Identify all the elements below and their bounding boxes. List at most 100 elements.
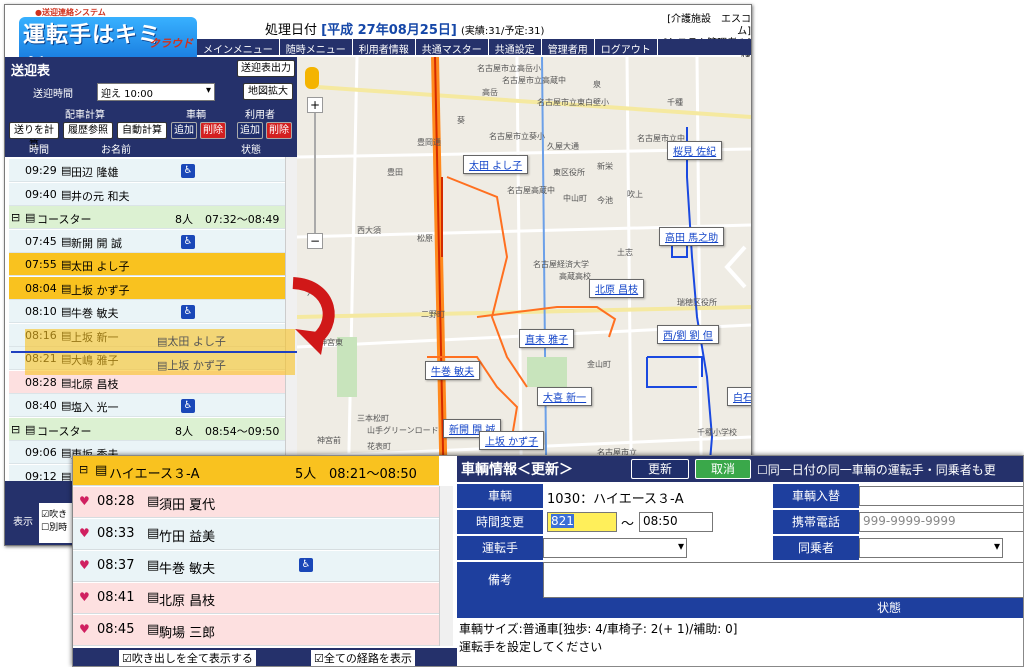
- zoom-out-button[interactable]: −: [307, 233, 323, 249]
- doc-icon: ▤: [61, 399, 72, 412]
- notes-field[interactable]: [543, 562, 1023, 598]
- map-zoom-button[interactable]: 地図拡大: [243, 83, 293, 100]
- driver-warning: 運転手を設定してください: [459, 640, 603, 654]
- output-button[interactable]: 送迎表出力: [237, 60, 295, 77]
- passenger-row[interactable]: 09:29 ▤ 田辺 隆雄 ♿: [9, 159, 285, 182]
- map-place-name: 名古屋市立高蔵中: [502, 76, 566, 85]
- row-time: 08:37: [97, 558, 135, 573]
- menu-logout[interactable]: ログアウト: [595, 39, 658, 56]
- map-label-uesaka[interactable]: 上坂 かず子: [479, 431, 545, 450]
- map-label-sakurami[interactable]: 桜見 佐紀: [667, 141, 723, 160]
- vehicle-group-row[interactable]: ⊟ ▤ コースター 8人 08:54〜09:50: [9, 417, 285, 441]
- show-bubbles-checkbox[interactable]: ☑吹き出しを全て表示する: [119, 650, 256, 666]
- group-count: 8人: [175, 424, 193, 438]
- delete-vehicle-button[interactable]: 削除: [200, 122, 226, 139]
- time-to-input[interactable]: 08:50: [639, 512, 713, 532]
- row-time: 08:40: [25, 399, 57, 412]
- time-from-value: 821: [551, 514, 574, 528]
- chevron-down-icon: ▾: [677, 539, 684, 553]
- detail-row[interactable]: ♥ 08:28 ▤ 須田 夏代: [73, 487, 439, 518]
- row-name: 上坂 かず子: [71, 283, 130, 297]
- map-label-naosue[interactable]: 直末 雅子: [519, 329, 575, 348]
- menu-user-info[interactable]: 利用者情報: [353, 39, 416, 56]
- passenger-row[interactable]: 09:40 ▤ 井の元 和夫: [9, 182, 285, 206]
- time-from-input[interactable]: 821: [547, 512, 617, 532]
- row-time: 08:04: [25, 281, 57, 295]
- map-label-shiraishi[interactable]: 白石: [727, 387, 751, 406]
- phone-label: 携帯電話: [773, 510, 859, 534]
- menu-admin[interactable]: 管理者用: [542, 39, 595, 56]
- check-fuki-label: 吹き: [49, 510, 68, 520]
- logo-cloud-text: クラウド: [149, 37, 193, 50]
- driver-select[interactable]: ▾: [543, 538, 687, 558]
- detail-row[interactable]: ♥ 08:41 ▤ 北原 昌枝: [73, 583, 439, 614]
- passenger-row[interactable]: 07:45 ▤ 新開 開 誠 ♿: [9, 229, 285, 253]
- row-time: 07:55: [25, 258, 57, 271]
- map-place-name: 豊田: [387, 168, 403, 177]
- detail-row[interactable]: ♥ 08:37 ▤ 牛巻 敏夫 ♿: [73, 551, 439, 582]
- detail-scrollbar[interactable]: [439, 486, 453, 646]
- map-label-daiki[interactable]: 大喜 新一: [537, 387, 593, 406]
- row-time: 08:33: [97, 526, 135, 541]
- doc-icon: ▤: [157, 359, 168, 372]
- passenger-row[interactable]: 07:55 ▤ 太田 よし子: [9, 253, 285, 276]
- menu-common-master[interactable]: 共通マスター: [416, 39, 489, 56]
- calc-send-button[interactable]: 送りを計算: [9, 122, 59, 151]
- map-place-name: 今池: [597, 196, 613, 205]
- map-label-ota[interactable]: 太田 よし子: [463, 155, 529, 174]
- phone-input[interactable]: 999-9999-9999: [859, 512, 1023, 532]
- map-label-kitahara[interactable]: 北原 昌枝: [589, 279, 645, 298]
- history-button[interactable]: 履歴参照: [63, 122, 113, 139]
- time-select[interactable]: 迎え 10:00 ▾: [97, 83, 215, 101]
- header: ●送迎連絡システム 運転手はキミだ!! クラウド 処理日付 [平成 27年08月…: [5, 5, 751, 81]
- passenger-row[interactable]: 08:40 ▤ 塩入 光一 ♿: [9, 394, 285, 417]
- delete-user-button[interactable]: 削除: [266, 122, 292, 139]
- map-place-name: 豊岡通: [417, 138, 441, 147]
- doc-icon: ▤: [61, 281, 72, 295]
- show-bubbles-label: 吹き出しを全て表示する: [131, 652, 253, 665]
- vehicle-group-row[interactable]: ⊟ ▤ ハイエース３-A 5人 08:21〜08:50: [73, 456, 439, 486]
- vehicle-replace-field[interactable]: [859, 486, 1023, 506]
- doc-icon: ▤: [147, 558, 160, 573]
- menu-main[interactable]: メインメニュー: [197, 39, 280, 56]
- detail-row[interactable]: ♥ 08:45 ▤ 駒場 三郎: [73, 615, 439, 646]
- add-vehicle-button[interactable]: 追加: [171, 122, 197, 139]
- map-label-nishi[interactable]: 西/劉 劉 但: [657, 325, 719, 344]
- detail-row[interactable]: ♥ 08:33 ▤ 竹田 益美: [73, 519, 439, 550]
- row-name: 太田 よし子: [71, 260, 130, 273]
- update-button[interactable]: 更新: [631, 459, 689, 479]
- col-time: 時間: [29, 145, 49, 156]
- same-vehicle-checkbox[interactable]: ☐同一日付の同一車輌の運転手・同乗者も更: [757, 461, 996, 478]
- doc-icon: ▤: [25, 422, 36, 436]
- passenger-row[interactable]: 08:04 ▤ 上坂 かず子: [9, 276, 285, 300]
- show-routes-checkbox[interactable]: ☑全ての経路を表示: [311, 650, 415, 666]
- row-name: 駒場 三郎: [159, 626, 216, 641]
- passenger-select[interactable]: ▾: [859, 538, 1003, 558]
- collapse-icon: ⊟: [11, 211, 21, 224]
- map-label-takada[interactable]: 高田 馬之助: [659, 227, 725, 246]
- vehicle-size-info: 車輌サイズ:普通車[独歩: 4/車椅子: 2(+ 1)/補助: 0]: [459, 622, 738, 636]
- vehicle-group-row[interactable]: ⊟ ▤ コースター 8人 07:32〜08:49: [9, 206, 285, 229]
- zoom-in-button[interactable]: +: [307, 97, 323, 113]
- vehicle-detail-window: ⊟ ▤ ハイエース３-A 5人 08:21〜08:50 ♥ 08:28 ▤ 須田 夏代…: [72, 455, 1024, 667]
- map-place-name: 土志: [617, 248, 633, 257]
- cancel-button[interactable]: 取消: [695, 459, 751, 479]
- time-separator: 〜: [621, 517, 635, 532]
- add-user-button[interactable]: 追加: [237, 122, 263, 139]
- wheelchair-icon: ♿: [181, 305, 195, 319]
- group-range: 08:54〜09:50: [205, 424, 280, 438]
- map-label-ushimaki[interactable]: 牛巻 敏夫: [425, 361, 481, 380]
- menu-common-settings[interactable]: 共通設定: [489, 39, 542, 56]
- row-time: 07:45: [25, 234, 57, 248]
- auto-calc-button[interactable]: 自動計算: [117, 122, 167, 139]
- street-view-icon[interactable]: [305, 67, 319, 89]
- zoom-slider[interactable]: [314, 113, 316, 233]
- time-select-value: 迎え 10:00: [101, 89, 153, 100]
- processing-date: 処理日付 [平成 27年08月25日] (実績:31/予定:31): [265, 19, 544, 38]
- menu-anytime[interactable]: 随時メニュー: [280, 39, 353, 56]
- main-menu: メインメニュー 随時メニュー 利用者情報 共通マスター 共通設定 管理者用 ログ…: [197, 39, 751, 56]
- passenger-row[interactable]: 08:10 ▤ 牛巻 敏夫 ♿: [9, 300, 285, 323]
- collapse-icon[interactable]: ⊟: [79, 463, 88, 476]
- row-name: 塩入 光一: [71, 401, 119, 414]
- row-time: 09:06: [25, 446, 57, 459]
